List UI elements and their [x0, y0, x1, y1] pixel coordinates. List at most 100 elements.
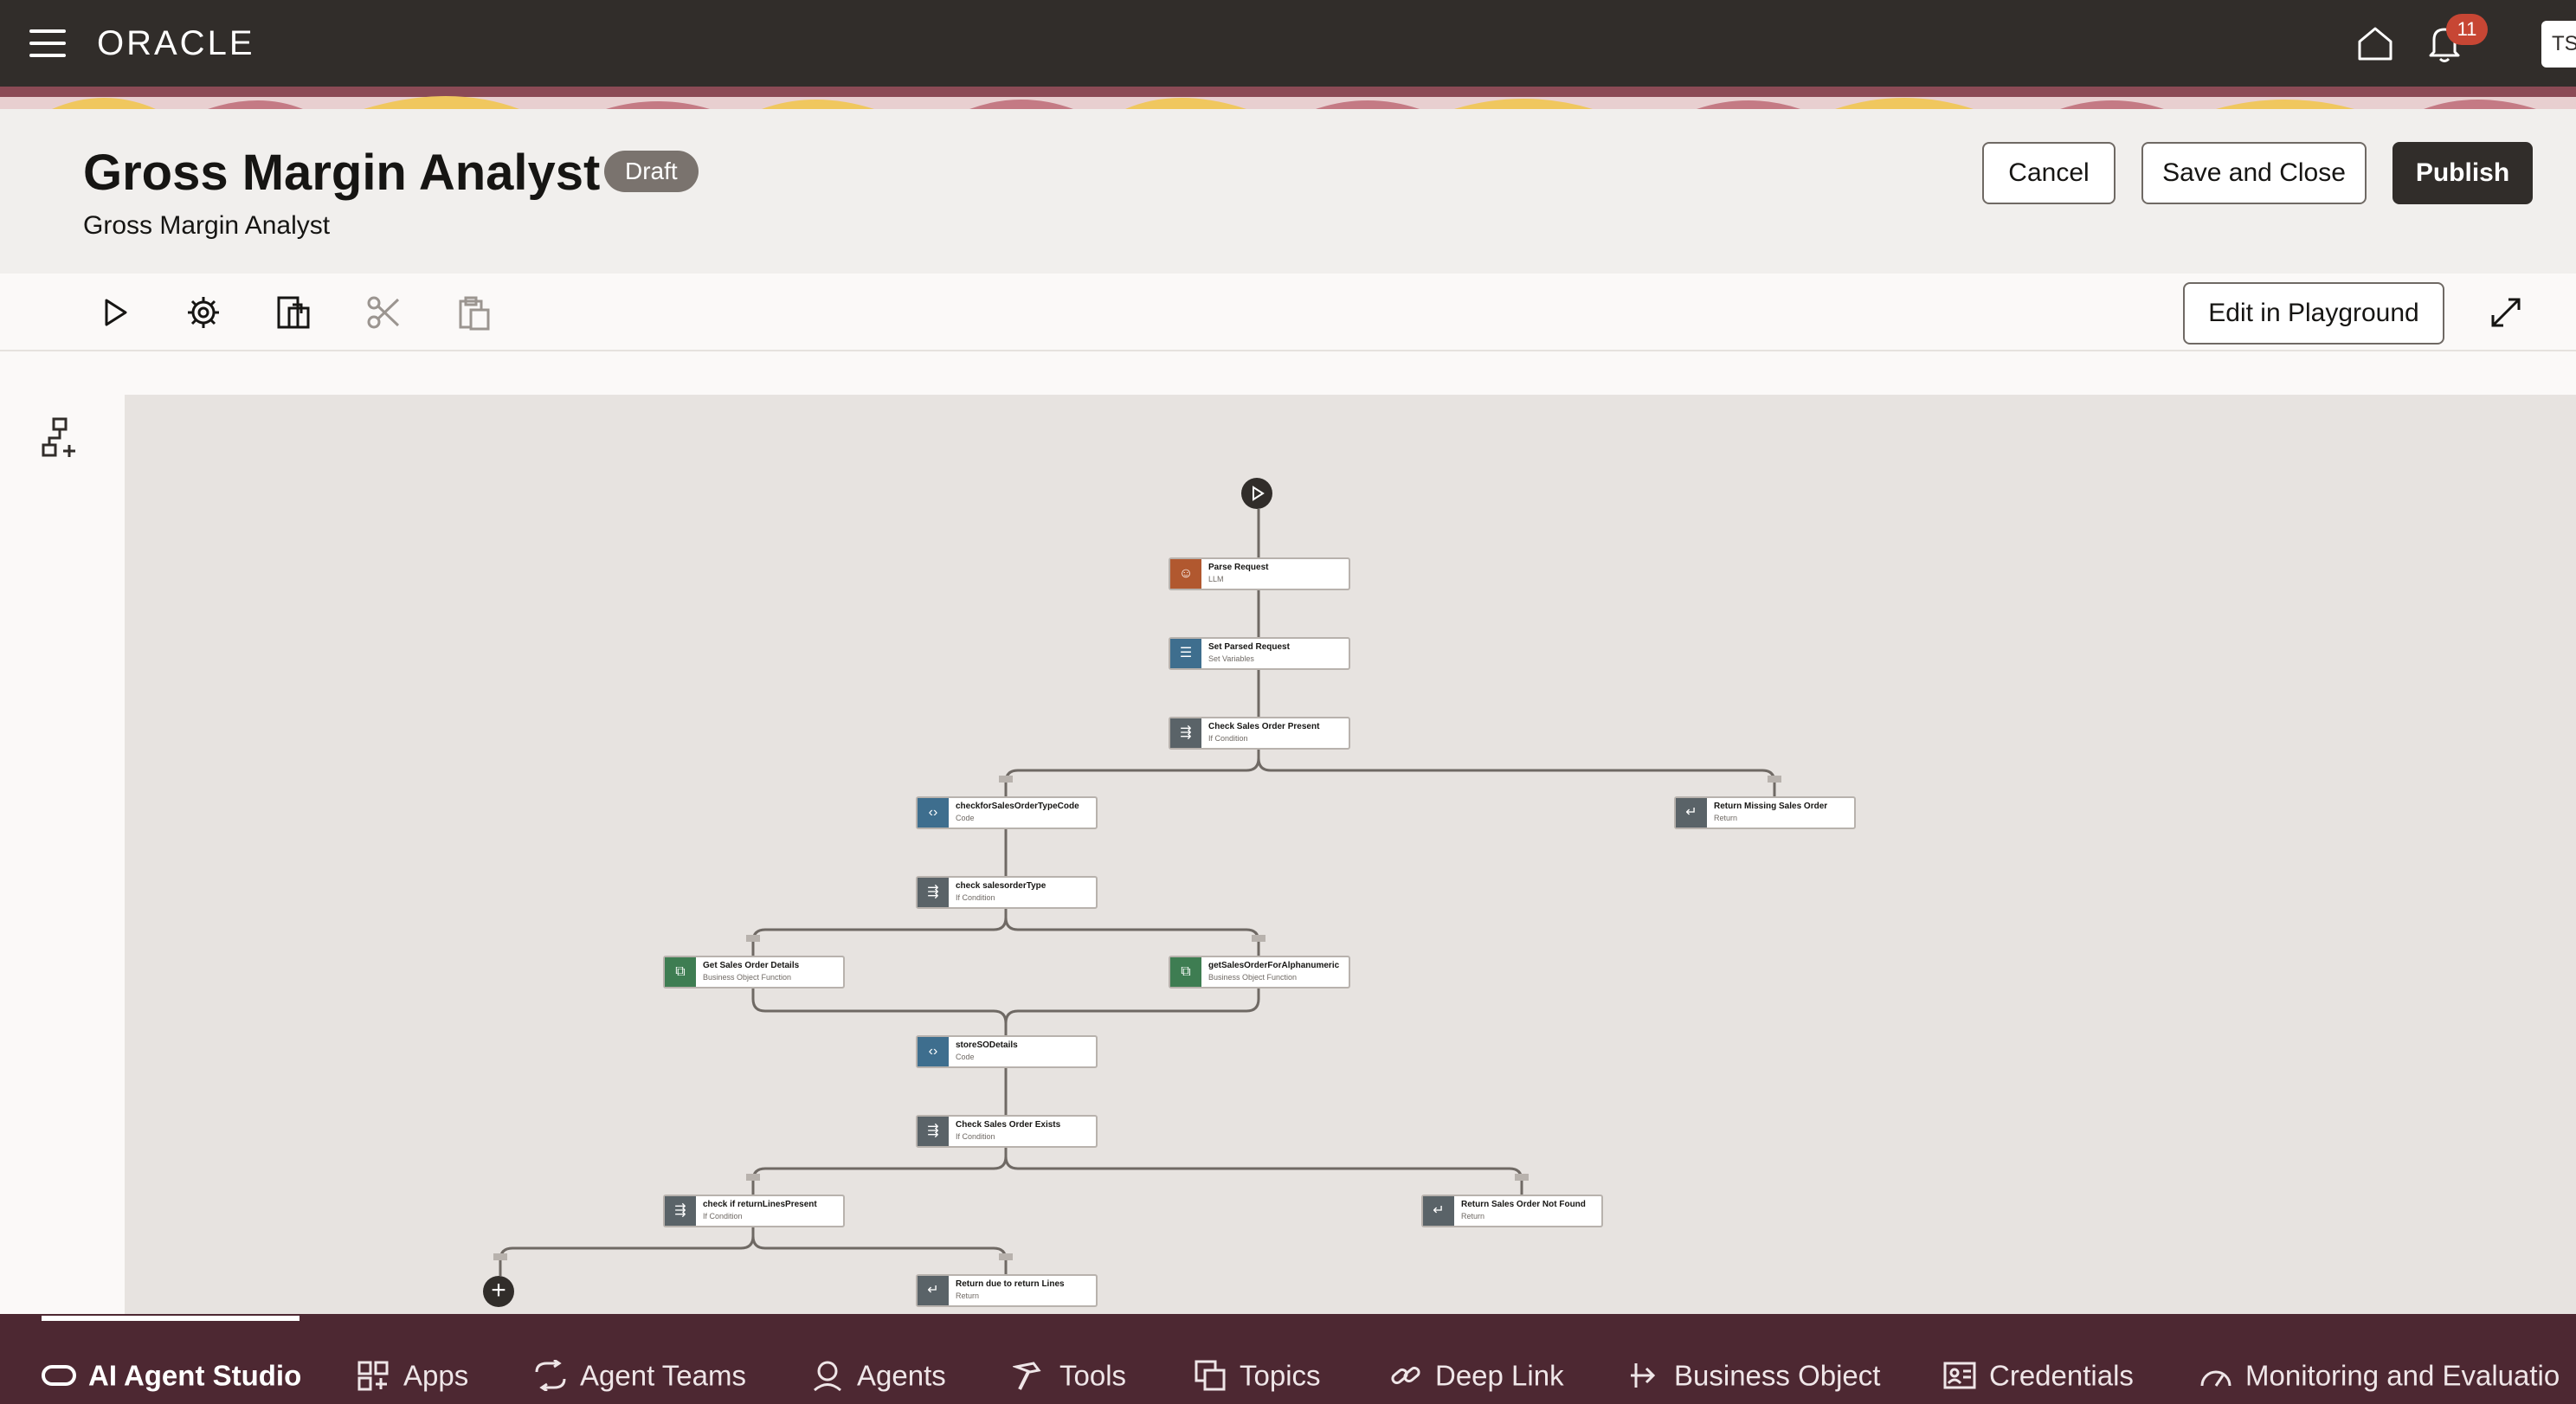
- node-type: If Condition: [956, 1132, 995, 1141]
- business-object-icon: ⧉: [1170, 957, 1201, 987]
- topics-icon: [1195, 1360, 1226, 1391]
- node-type: Business Object Function: [703, 973, 792, 982]
- branch-icon: ⇶: [918, 878, 949, 907]
- node-title: check salesorderType: [956, 881, 1046, 891]
- return-icon: ↵: [918, 1276, 949, 1305]
- flow-connectors: [493, 486, 1781, 1276]
- decorative-banner: [0, 87, 2576, 109]
- settings-icon[interactable]: [184, 293, 223, 332]
- node-title: checkforSalesOrderTypeCode: [956, 802, 1079, 811]
- play-icon: [1253, 486, 1265, 501]
- page-title: Gross Margin Analyst: [83, 145, 601, 201]
- page-subtitle: Gross Margin Analyst: [83, 211, 331, 240]
- node-title: Check Sales Order Exists: [956, 1120, 1061, 1130]
- play-icon[interactable]: [95, 293, 135, 332]
- node-type: Return: [956, 1291, 980, 1300]
- nav-item-tools[interactable]: Tools: [1013, 1357, 1126, 1392]
- nav-item-credentials[interactable]: Credentials: [1942, 1357, 2134, 1392]
- scissors-icon: [367, 296, 400, 329]
- node-title: Return due to return Lines: [956, 1279, 1065, 1289]
- agent-teams-icon: [535, 1360, 566, 1392]
- node-type: If Condition: [956, 893, 995, 902]
- bottom-nav: AI Agent Studio Apps Agent Teams Agents …: [0, 1314, 2576, 1404]
- node-title: Return Missing Sales Order: [1714, 802, 1828, 811]
- hammer-icon: [1013, 1362, 1041, 1391]
- node-title: storeSODetails: [956, 1040, 1018, 1050]
- flow-node[interactable]: ⇶ Check Sales Order Exists If Condition: [916, 1115, 1098, 1148]
- flow-node[interactable]: ‹› checkforSalesOrderTypeCode Code: [916, 796, 1098, 829]
- node-type: Return: [1714, 814, 1738, 822]
- agent-icon: [814, 1361, 841, 1392]
- branch-icon: ⇶: [665, 1196, 696, 1226]
- link-icon: [1391, 1367, 1420, 1385]
- paste-icon: [459, 296, 490, 331]
- return-icon: ↵: [1423, 1196, 1454, 1226]
- export-icon[interactable]: [274, 293, 313, 332]
- nav-item-ai-agent-studio[interactable]: AI Agent Studio: [42, 1357, 301, 1392]
- nav-item-topics[interactable]: Topics: [1193, 1357, 1321, 1392]
- node-type: Set Variables: [1208, 654, 1254, 663]
- add-step-button[interactable]: +: [483, 1276, 514, 1307]
- business-object-icon: ⧉: [665, 957, 696, 987]
- flow-node[interactable]: ⧉ Get Sales Order Details Business Objec…: [663, 956, 845, 989]
- node-title: Parse Request: [1208, 563, 1269, 572]
- publish-button[interactable]: Publish: [2392, 142, 2533, 204]
- node-title: Check Sales Order Present: [1208, 722, 1320, 731]
- node-title: Get Sales Order Details: [703, 961, 800, 970]
- node-type: Business Object Function: [1208, 973, 1298, 982]
- nav-item-agents[interactable]: Agents: [810, 1357, 946, 1392]
- pill-icon: [42, 1365, 76, 1387]
- list-icon: ☰: [1170, 639, 1201, 668]
- node-type: If Condition: [703, 1212, 743, 1220]
- status-badge: Draft: [604, 151, 699, 192]
- flow-node[interactable]: ‹› storeSODetails Code: [916, 1035, 1098, 1068]
- nav-item-business-object[interactable]: Business Object: [1627, 1357, 1880, 1392]
- editor-toolbar: Edit in Playground: [0, 274, 2576, 351]
- llm-icon: ☺: [1170, 559, 1201, 589]
- gauge-icon: [2200, 1370, 2231, 1388]
- edit-in-playground-button[interactable]: Edit in Playground: [2183, 282, 2444, 345]
- hamburger-menu-icon[interactable]: [29, 29, 66, 57]
- branch-icon: ⇶: [1170, 718, 1201, 748]
- node-title: check if returnLinesPresent: [703, 1200, 817, 1209]
- return-icon: ↵: [1676, 798, 1707, 828]
- start-node[interactable]: [1241, 478, 1272, 509]
- page-header: Gross Margin Analyst Draft Gross Margin …: [0, 109, 2576, 274]
- node-title: getSalesOrderForAlphanumeric: [1208, 961, 1340, 970]
- oracle-logo: ORACLE: [97, 24, 255, 62]
- nav-item-deep-link[interactable]: Deep Link: [1388, 1357, 1564, 1392]
- flow-node[interactable]: ↵ Return Missing Sales Order Return: [1674, 796, 1856, 829]
- nav-item-agent-teams[interactable]: Agent Teams: [533, 1357, 746, 1392]
- flow-node[interactable]: ⇶ Check Sales Order Present If Condition: [1169, 717, 1350, 750]
- credentials-icon: [1943, 1362, 1976, 1389]
- node-type: If Condition: [1208, 734, 1248, 743]
- avatar[interactable]: TS: [2541, 21, 2576, 68]
- node-title: Set Parsed Request: [1208, 642, 1290, 652]
- flow-node[interactable]: ☺ Parse Request LLM: [1169, 557, 1350, 590]
- code-icon: ‹›: [918, 1037, 949, 1066]
- node-title: Return Sales Order Not Found: [1461, 1200, 1586, 1209]
- save-and-close-button[interactable]: Save and Close: [2141, 142, 2367, 204]
- add-node-icon[interactable]: [42, 417, 80, 460]
- flow-node[interactable]: ↵ Return due to return Lines Return: [916, 1274, 1098, 1307]
- left-rail: [0, 351, 125, 1314]
- active-tab-indicator: [42, 1316, 299, 1321]
- home-icon[interactable]: [2356, 24, 2394, 62]
- branch-icon: ⇶: [918, 1117, 949, 1146]
- cancel-button[interactable]: Cancel: [1982, 142, 2116, 204]
- notification-badge: 11: [2446, 14, 2488, 45]
- flow-node[interactable]: ↵ Return Sales Order Not Found Return: [1421, 1195, 1603, 1227]
- flow-node[interactable]: ⇶ check if returnLinesPresent If Conditi…: [663, 1195, 845, 1227]
- top-bar: ORACLE 11 TS: [0, 0, 2576, 87]
- code-icon: ‹›: [918, 798, 949, 828]
- flow-canvas[interactable]: ☺ Parse Request LLM ☰ Set Parsed Request…: [125, 395, 2576, 1314]
- nav-item-monitoring[interactable]: Monitoring and Evaluatio: [2199, 1357, 2560, 1392]
- business-object-icon: [1631, 1363, 1656, 1388]
- flow-node[interactable]: ⇶ check salesorderType If Condition: [916, 876, 1098, 909]
- flow-node[interactable]: ⧉ getSalesOrderForAlphanumeric Business …: [1169, 956, 1350, 989]
- node-type: Return: [1461, 1212, 1485, 1220]
- grid-icon: [357, 1361, 389, 1391]
- nav-item-apps[interactable]: Apps: [357, 1357, 468, 1392]
- expand-icon[interactable]: [2486, 293, 2526, 332]
- flow-node[interactable]: ☰ Set Parsed Request Set Variables: [1169, 637, 1350, 670]
